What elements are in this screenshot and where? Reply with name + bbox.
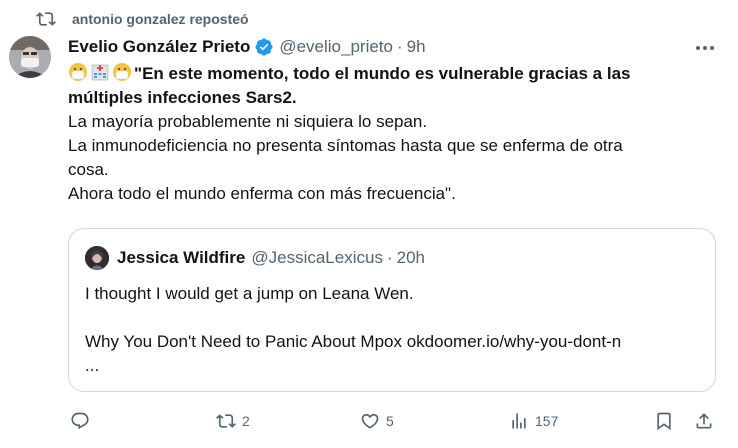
repost-icon (36, 9, 56, 29)
quoted-tweet-text: I thought I would get a jump on Leana We… (85, 282, 621, 378)
face-with-medical-mask-icon (68, 62, 90, 82)
quoted-blank-line (85, 306, 621, 330)
repost-header[interactable]: antonio gonzalez reposteó (36, 9, 249, 29)
quoted-tweet[interactable]: Jessica Wildfire @JessicaLexicus · 20h I… (68, 228, 716, 392)
tweet-header: Evelio González Prieto @evelio_prieto · … (68, 36, 426, 58)
share-button[interactable] (694, 406, 714, 436)
verified-badge-icon (254, 37, 275, 58)
repost-count: 2 (242, 413, 250, 429)
quoted-author-name: Jessica Wildfire (117, 248, 246, 267)
tweet-line-6: Ahora todo el mundo enferma con más frec… (68, 184, 456, 203)
like-count: 5 (386, 413, 394, 429)
bold-text-1: En este momento, todo el mundo es vulner… (142, 64, 631, 83)
bookmark-button[interactable] (654, 406, 674, 436)
quoted-avatar (85, 246, 109, 270)
repost-button[interactable]: 2 (216, 406, 250, 436)
views-count: 157 (535, 413, 559, 429)
hospital-icon (90, 62, 112, 82)
share-icon (694, 411, 714, 431)
like-button[interactable]: 5 (360, 406, 394, 436)
tweet-line-4: La inmunodeficiencia no presenta síntoma… (68, 136, 623, 155)
author-handle[interactable]: @evelio_prieto (279, 37, 393, 57)
quoted-author-handle: @JessicaLexicus (251, 248, 383, 267)
views-icon (509, 411, 529, 431)
reply-icon (70, 411, 90, 431)
tweet-line-2: múltiples infecciones Sars2. (68, 88, 297, 107)
quoted-line-1: I thought I would get a jump on Leana We… (85, 284, 414, 303)
tweet-line-3: La mayoría probablemente ni siquiera lo … (68, 112, 428, 131)
face-with-medical-mask-icon (112, 62, 134, 82)
action-bar: 2 5 157 (68, 406, 718, 436)
timestamp[interactable]: 9h (407, 37, 426, 57)
more-options-icon[interactable] (694, 38, 716, 58)
tweet-line-5: cosa. (68, 160, 109, 179)
heart-icon (360, 411, 380, 431)
views-button[interactable]: 157 (509, 406, 558, 436)
quoted-timestamp: 20h (396, 248, 425, 267)
separator-dot: · (386, 248, 393, 267)
quoted-line-3: ... (85, 356, 100, 375)
avatar[interactable] (9, 36, 51, 78)
tweet-text: "En este momento, todo el mundo es vulne… (68, 62, 708, 206)
separator-dot: · (396, 37, 403, 56)
tweet-line-1: "En este momento, todo el mundo es vulne… (68, 62, 708, 86)
reply-button[interactable] (70, 406, 96, 436)
repost-text: antonio gonzalez reposteó (72, 11, 249, 27)
bookmark-icon (654, 411, 674, 431)
repost-icon (216, 411, 236, 431)
quoted-tweet-header: Jessica Wildfire @JessicaLexicus · 20h (85, 245, 425, 271)
author-name[interactable]: Evelio González Prieto (68, 37, 250, 57)
quoted-line-2: Why You Don't Need to Panic About Mpox o… (85, 332, 622, 351)
quote-mark: " (134, 64, 143, 83)
